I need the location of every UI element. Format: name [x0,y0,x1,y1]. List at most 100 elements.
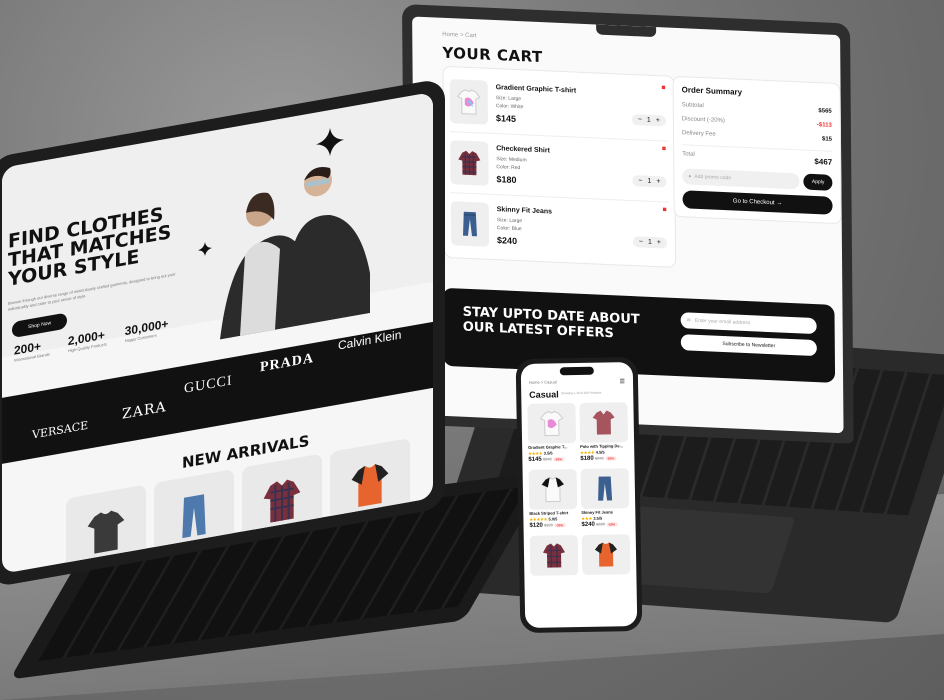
brand-logo: Calvin Klein [338,327,402,353]
discount-value: -$113 [816,122,832,129]
product-image[interactable] [450,140,489,186]
promo-code-input[interactable]: ● Add promo code [682,168,800,190]
product-card[interactable]: Black Striped T-shirt ★★★★★ 5.0/5 $120 $… [528,469,578,532]
plus-icon[interactable]: + [657,239,661,246]
product-info: Skinny Fit Jeans ★★★ 3.5/5 $240 $260 -20… [581,509,629,528]
total-row: Total $467 [682,144,833,167]
trash-icon[interactable]: ■ [662,145,666,152]
product-info: Polo with Tipping De... ★★★★ 4.5/5 $180 … [580,443,628,462]
subscribe-button[interactable]: Subscribe to Newsletter [680,334,817,357]
shop-now-button[interactable]: Shop Now [12,312,68,339]
minus-icon[interactable]: − [638,116,642,123]
newsletter-title: STAY UPTO DATE ABOUT OUR LATEST OFFERS [462,304,640,342]
shirt-icon [458,150,481,176]
trash-icon[interactable]: ■ [661,84,665,91]
tshirt-icon [457,89,481,115]
scene-background: Home > Cart YOUR CART Gradient Graphic T… [0,0,944,700]
rating-value: 3.5/5 [543,450,553,456]
quantity-value: 1 [647,238,652,246]
breadcrumb-home[interactable]: Home [442,32,458,39]
sparkle-icon [198,242,212,257]
email-placeholder: Enter your email address [694,317,751,327]
product-price: $145 [528,456,542,463]
product-image [529,535,579,576]
product-grid: Gradient Graphic T... ★★★★ 3.5/5 $145 $2… [527,402,631,576]
checkout-button[interactable]: Go to Checkout → [682,190,833,215]
plus-icon[interactable]: + [656,117,660,124]
breadcrumb-separator: > [459,32,464,39]
tag-icon: ● [688,173,692,180]
stat: 200+ International Brands [14,337,50,363]
product-info: Black Striped T-shirt ★★★★★ 5.0/5 $120 $… [529,510,577,529]
breadcrumb-current: Cart [465,32,477,40]
old-price: $242 [594,455,604,461]
product-card[interactable] [581,534,631,575]
subtotal-label: Subtotal [681,102,704,110]
dynamic-island [559,366,594,376]
promo-placeholder: Add promo code [694,173,732,182]
product-image[interactable] [450,201,490,247]
discount-label: Discount (-20%) [681,116,725,125]
product-price: $120 [529,522,543,529]
rating-value: 3.5/5 [593,515,603,521]
product-image [581,534,631,575]
total-label: Total [682,151,695,158]
discount-row: Discount (-20%) -$113 [682,116,832,129]
product-card[interactable]: Polo with Tipping De... ★★★★ 4.5/5 $180 … [579,402,629,465]
raglan-tshirt-icon [594,542,617,567]
tablet: FIND CLOTHES THAT MATCHES YOUR STYLE Bro… [0,77,445,588]
stat: 2,000+ High-Quality Products [68,327,107,354]
minus-icon[interactable]: − [639,238,643,245]
delivery-value: $15 [821,136,833,143]
plus-icon[interactable]: + [656,178,660,185]
quantity-stepper: − 1 + [631,114,666,127]
shirt-icon [263,479,301,523]
trash-icon[interactable]: ■ [662,206,666,213]
phone: Home > Casual Casual Showing 1-10 of 100… [515,356,643,634]
old-price: $150 [543,522,553,528]
mail-icon: ✉ [686,317,691,324]
breadcrumb[interactable]: Home > Casual [529,379,557,384]
apply-button[interactable]: Apply [803,173,833,191]
jeans-icon [462,211,477,237]
raglan-tshirt-icon [351,464,389,508]
product-price: $180 [580,455,594,462]
product-image[interactable] [449,79,489,125]
product-card[interactable]: Gradient Graphic T... ★★★★ 3.5/5 $145 $2… [527,403,577,466]
brand-logo: GUCCI [184,373,233,397]
product-image [528,469,578,510]
brand-logo: PRADA [260,350,314,376]
discount-badge: -20% [604,456,616,461]
cart-item: Gradient Graphic T-shirt Size: Large Col… [449,71,669,142]
camera-notch [596,24,657,38]
filter-icon[interactable]: ☰ [620,378,625,385]
star-rating-icon: ★★★★★ [529,516,548,522]
old-price: $260 [595,521,605,527]
checkout-label: Go to Checkout [732,198,775,207]
minus-icon[interactable]: − [638,177,642,184]
newsletter-banner: STAY UPTO DATE ABOUT OUR LATEST OFFERS ✉… [442,287,836,383]
summary-title: Order Summary [681,85,743,97]
cart-page: Home > Cart YOUR CART Gradient Graphic T… [442,32,842,268]
product-card[interactable] [529,535,579,576]
product-image [579,402,629,443]
product-card[interactable] [66,484,146,574]
quantity-value: 1 [647,177,652,185]
tshirt-icon [87,510,125,554]
order-summary: Order Summary Subtotal $565 Discount (-2… [672,75,842,225]
product-card[interactable]: Skinny Fit Jeans ★★★ 3.5/5 $240 $260 -20… [580,468,630,531]
discount-badge: -30% [554,523,566,528]
arrow-right-icon: → [776,200,783,207]
brand-logo: ZARA [122,398,167,423]
striped-tshirt-icon [541,476,565,503]
sparkle-icon [316,128,344,157]
newsletter-email-input[interactable]: ✉ Enter your email address [680,312,817,335]
category-title: Casual [529,389,559,400]
subtotal-row: Subtotal $565 [682,102,832,115]
quantity-stepper: − 1 + [632,175,667,188]
cart-item: Checkered Shirt Size: Medium Color: Red … [450,132,669,203]
star-rating-icon: ★★★ [581,515,593,521]
rating-value: 4.5/5 [595,449,605,455]
tablet-screen: FIND CLOTHES THAT MATCHES YOUR STYLE Bro… [2,91,433,574]
rating-value: 5.0/5 [548,516,558,522]
